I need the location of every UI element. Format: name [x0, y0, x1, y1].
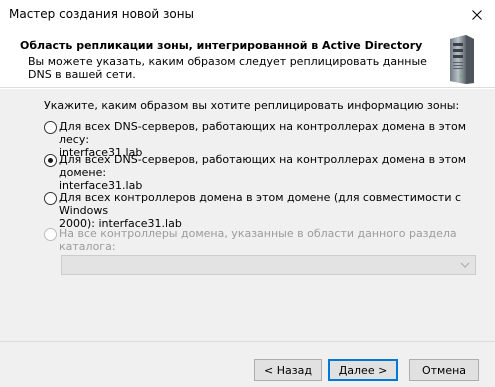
- wizard-footer: < Назад Далее > Отмена: [0, 341, 495, 387]
- option-legacy[interactable]: Для всех контроллеров домена в этом доме…: [44, 191, 495, 230]
- title-bar: Мастер создания новой зоны: [0, 0, 495, 30]
- option-forest-line1: Для всех DNS-серверов, работающих на кон…: [59, 120, 467, 146]
- chevron-down-icon: [460, 262, 470, 268]
- wizard-content: Укажите, каким образом вы хотите реплици…: [0, 89, 495, 341]
- wizard-header: Область репликации зоны, интегрированной…: [0, 30, 495, 88]
- page-title: Область репликации зоны, интегрированной…: [20, 39, 423, 52]
- back-button[interactable]: < Назад: [254, 359, 322, 381]
- radio-partition[interactable]: [44, 228, 57, 241]
- option-domain[interactable]: Для всех DNS-серверов, работающих на кон…: [44, 153, 495, 192]
- option-legacy-label: Для всех контроллеров домена в этом доме…: [59, 191, 495, 230]
- page-description: Вы можете указать, каким образом следует…: [28, 55, 427, 81]
- partition-select[interactable]: [61, 255, 476, 275]
- cancel-button[interactable]: Отмена: [409, 359, 479, 381]
- replication-prompt: Укажите, каким образом вы хотите реплици…: [44, 99, 460, 112]
- close-icon: [471, 10, 482, 20]
- close-button[interactable]: [458, 0, 495, 30]
- option-domain-label: Для всех DNS-серверов, работающих на кон…: [59, 153, 495, 192]
- server-icon: [450, 35, 474, 84]
- option-domain-line1: Для всех DNS-серверов, работающих на кон…: [59, 153, 467, 179]
- option-partition[interactable]: На все контроллеры домена, указанные в о…: [44, 227, 495, 253]
- radio-domain[interactable]: [44, 154, 57, 167]
- radio-forest[interactable]: [44, 121, 57, 134]
- option-legacy-line1: Для всех контроллеров домена в этом доме…: [59, 191, 462, 217]
- radio-legacy[interactable]: [44, 192, 57, 205]
- option-partition-label: На все контроллеры домена, указанные в о…: [59, 227, 457, 253]
- next-button[interactable]: Далее >: [328, 359, 398, 381]
- window-title: Мастер создания новой зоны: [9, 7, 195, 21]
